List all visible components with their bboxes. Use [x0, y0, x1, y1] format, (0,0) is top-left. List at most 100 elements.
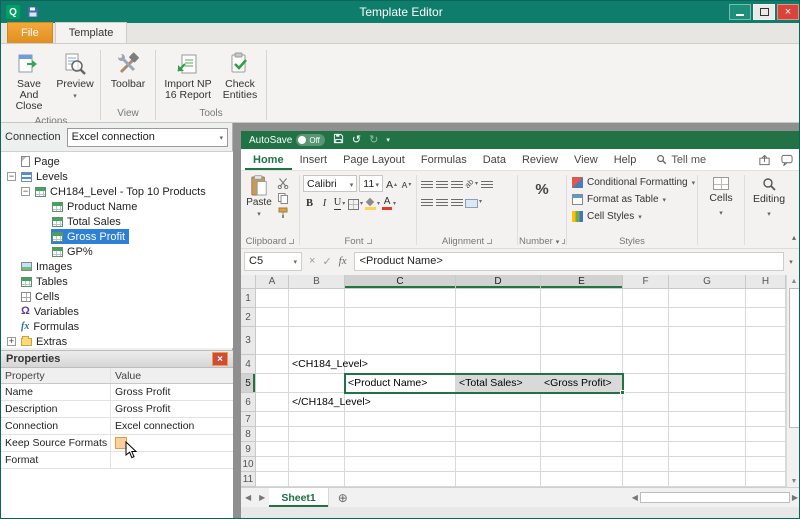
font-size-combo[interactable]: 11 [359, 175, 383, 192]
tree-item-variables[interactable]: ΩVariables [1, 304, 233, 319]
cell-B5[interactable] [289, 374, 345, 393]
properties-close-button[interactable]: × [212, 352, 228, 366]
xl-tab-insert[interactable]: Insert [292, 149, 336, 170]
cell-B9[interactable] [289, 442, 345, 457]
column-header-H[interactable]: H [746, 275, 786, 289]
row-header-10[interactable]: 10 [241, 457, 256, 472]
cell-D2[interactable] [456, 308, 541, 327]
scroll-down-icon[interactable]: ▼ [791, 475, 798, 487]
cell-G7[interactable] [669, 412, 746, 427]
xl-tab-formulas[interactable]: Formulas [413, 149, 475, 170]
horizontal-scroll-thumb[interactable] [640, 492, 790, 503]
row-header-11[interactable]: 11 [241, 472, 256, 487]
cell-E6[interactable] [541, 393, 623, 412]
cell-F4[interactable] [623, 355, 669, 374]
cell-F9[interactable] [623, 442, 669, 457]
cell-H7[interactable] [746, 412, 786, 427]
customize-qat-chevron-icon[interactable]: ▾ [386, 137, 390, 144]
cell-G3[interactable] [669, 327, 746, 355]
row-header-1[interactable]: 1 [241, 289, 256, 308]
cell-C1[interactable] [345, 289, 456, 308]
cell-A11[interactable] [256, 472, 289, 487]
cell-H6[interactable] [746, 393, 786, 412]
cell-D3[interactable] [456, 327, 541, 355]
cell-A3[interactable] [256, 327, 289, 355]
cells-button[interactable]: Cells [699, 172, 743, 218]
align-middle-button[interactable] [435, 175, 448, 190]
borders-button[interactable]: ▾ [348, 195, 363, 210]
select-all-corner[interactable] [241, 275, 256, 289]
cell-F7[interactable] [623, 412, 669, 427]
cell-B10[interactable] [289, 457, 345, 472]
tree-item-page[interactable]: Page [1, 154, 233, 169]
cell-C10[interactable] [345, 457, 456, 472]
tree-item-extras[interactable]: + Extras [1, 334, 233, 348]
vertical-scroll-thumb[interactable] [789, 288, 800, 428]
cell-F2[interactable] [623, 308, 669, 327]
property-row-keep-source-formats[interactable]: Keep Source Formats [1, 435, 233, 452]
cell-G2[interactable] [669, 308, 746, 327]
cell-E3[interactable] [541, 327, 623, 355]
insert-function-icon[interactable]: fx [339, 255, 347, 267]
share-icon[interactable] [758, 154, 771, 166]
cell-E11[interactable] [541, 472, 623, 487]
cell-E8[interactable] [541, 427, 623, 442]
cell-H9[interactable] [746, 442, 786, 457]
prev-sheet-icon[interactable]: ◀ [241, 493, 255, 502]
cell-E5[interactable]: <Gross Profit> [541, 374, 623, 393]
maximize-button[interactable] [753, 4, 775, 20]
cell-E7[interactable] [541, 412, 623, 427]
cell-G11[interactable] [669, 472, 746, 487]
tab-file[interactable]: File [7, 22, 53, 43]
cell-H4[interactable] [746, 355, 786, 374]
undo-icon[interactable]: ↺ [352, 135, 361, 146]
cell-C9[interactable] [345, 442, 456, 457]
dialog-launcher-icon[interactable] [289, 239, 294, 244]
property-row-name[interactable]: Name Gross Profit [1, 384, 233, 401]
cell-E4[interactable] [541, 355, 623, 374]
cell-G10[interactable] [669, 457, 746, 472]
property-row-format[interactable]: Format [1, 452, 233, 469]
close-button[interactable]: × [777, 4, 799, 20]
cell-A6[interactable] [256, 393, 289, 412]
connection-select[interactable]: Excel connection [67, 128, 228, 147]
tree-item-gp-percent[interactable]: GP% [1, 244, 233, 259]
format-as-table-button[interactable]: Format as Table [570, 191, 694, 208]
name-box[interactable]: C5 [244, 252, 302, 271]
xl-tab-home[interactable]: Home [245, 149, 292, 170]
cell-B11[interactable] [289, 472, 345, 487]
cell-A5[interactable] [256, 374, 289, 393]
dialog-launcher-icon[interactable] [367, 239, 372, 244]
cell-G4[interactable] [669, 355, 746, 374]
cell-D4[interactable] [456, 355, 541, 374]
editing-button[interactable]: Editing [746, 172, 792, 219]
cell-F6[interactable] [623, 393, 669, 412]
cell-C3[interactable] [345, 327, 456, 355]
cell-B4[interactable]: <CH184_Level> [289, 355, 345, 374]
cell-E2[interactable] [541, 308, 623, 327]
cell-A1[interactable] [256, 289, 289, 308]
cell-B8[interactable] [289, 427, 345, 442]
tree-item-formulas[interactable]: fxFormulas [1, 319, 233, 334]
minimize-button[interactable] [729, 4, 751, 20]
decrease-font-size-button[interactable]: A▾ [400, 176, 413, 191]
comments-icon[interactable] [781, 154, 793, 166]
cell-F8[interactable] [623, 427, 669, 442]
xl-tab-page-layout[interactable]: Page Layout [335, 149, 413, 170]
tree-item-gross-profit[interactable]: Gross Profit [1, 229, 233, 244]
cell-H5[interactable] [746, 374, 786, 393]
collapse-expander-icon[interactable]: − [7, 172, 16, 181]
cell-D7[interactable] [456, 412, 541, 427]
cell-C8[interactable] [345, 427, 456, 442]
enter-check-icon[interactable]: ✓ [322, 255, 331, 268]
conditional-formatting-button[interactable]: Conditional Formatting [570, 174, 694, 191]
font-name-combo[interactable]: Calibri [303, 175, 357, 192]
align-center-button[interactable] [435, 193, 448, 208]
column-header-B[interactable]: B [289, 275, 345, 289]
row-header-2[interactable]: 2 [241, 308, 256, 327]
wrap-text-button[interactable] [480, 175, 493, 190]
cell-D5[interactable]: <Total Sales> [456, 374, 541, 393]
cell-B6[interactable]: </CH184_Level> [289, 393, 345, 412]
column-header-C[interactable]: C [345, 275, 456, 289]
tree-item-tables[interactable]: Tables [1, 274, 233, 289]
